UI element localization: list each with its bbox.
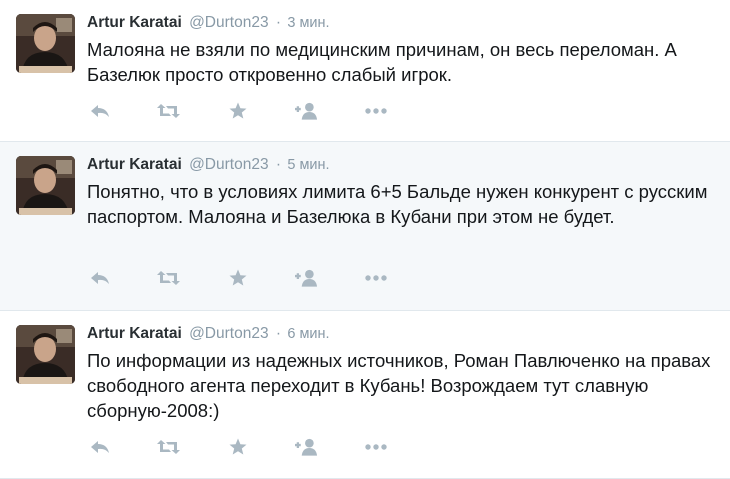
reply-icon: [90, 441, 109, 453]
retweet-button[interactable]: [157, 268, 180, 288]
more-button[interactable]: [364, 437, 387, 457]
tweet-header: Artur Karatai @Durton23 · 5 мин.: [87, 154, 718, 176]
retweet-icon: [157, 440, 180, 454]
favorite-icon: [229, 269, 246, 286]
favorite-icon: [229, 102, 246, 119]
follow-icon: [295, 269, 318, 287]
avatar[interactable]: [16, 325, 75, 384]
separator: ·: [275, 156, 282, 173]
reply-icon: [90, 272, 109, 284]
tweet-text: Малояна не взяли по медицинским причинам…: [87, 39, 677, 85]
tweet[interactable]: Artur Karatai @Durton23 · 5 мин. Понятно…: [0, 142, 730, 311]
tweet[interactable]: Artur Karatai @Durton23 · 6 мин. По инфо…: [0, 311, 730, 479]
reply-button[interactable]: [88, 101, 111, 121]
tweet-header: Artur Karatai @Durton23 · 3 мин.: [87, 12, 718, 34]
avatar[interactable]: [16, 14, 75, 73]
tweet-text: Понятно, что в условиях лимита 6+5 Бальд…: [87, 181, 708, 227]
favorite-icon: [229, 438, 246, 455]
retweet-icon: [157, 104, 180, 118]
follow-icon: [295, 438, 318, 456]
tweet-content: Artur Karatai @Durton23 · 6 мин. По инфо…: [87, 323, 718, 423]
more-icon: [364, 108, 387, 114]
author-username[interactable]: @Durton23: [189, 14, 269, 31]
avatar[interactable]: [16, 156, 75, 215]
favorite-button[interactable]: [226, 268, 249, 288]
tweet[interactable]: Artur Karatai @Durton23 · 3 мин. Малояна…: [0, 0, 730, 142]
favorite-button[interactable]: [226, 437, 249, 457]
separator: ·: [275, 325, 282, 342]
separator: ·: [275, 14, 282, 31]
retweet-button[interactable]: [157, 437, 180, 457]
tweet-content: Artur Karatai @Durton23 · 3 мин. Малояна…: [87, 12, 718, 87]
tweet-actions: [88, 437, 433, 457]
retweet-icon: [157, 271, 180, 285]
more-icon: [364, 275, 387, 281]
reply-icon: [90, 105, 109, 117]
tweet-timestamp[interactable]: 6 мин.: [287, 326, 329, 342]
reply-button[interactable]: [88, 437, 111, 457]
author-fullname[interactable]: Artur Karatai: [87, 325, 182, 342]
tweet-actions: [88, 101, 433, 121]
tweet-timestamp[interactable]: 3 мин.: [287, 15, 329, 31]
follow-button[interactable]: [295, 437, 318, 457]
author-fullname[interactable]: Artur Karatai: [87, 156, 182, 173]
follow-icon: [295, 102, 318, 120]
more-button[interactable]: [364, 101, 387, 121]
tweet-content: Artur Karatai @Durton23 · 5 мин. Понятно…: [87, 154, 718, 229]
more-button[interactable]: [364, 268, 387, 288]
more-icon: [364, 444, 387, 450]
follow-button[interactable]: [295, 101, 318, 121]
author-username[interactable]: @Durton23: [189, 325, 269, 342]
favorite-button[interactable]: [226, 101, 249, 121]
author-username[interactable]: @Durton23: [189, 156, 269, 173]
tweet-text: По информации из надежных источников, Ро…: [87, 350, 711, 421]
tweet-timeline: Artur Karatai @Durton23 · 3 мин. Малояна…: [0, 0, 730, 479]
reply-button[interactable]: [88, 268, 111, 288]
tweet-actions: [88, 268, 433, 288]
follow-button[interactable]: [295, 268, 318, 288]
tweet-timestamp[interactable]: 5 мин.: [287, 157, 329, 173]
tweet-header: Artur Karatai @Durton23 · 6 мин.: [87, 323, 718, 345]
author-fullname[interactable]: Artur Karatai: [87, 14, 182, 31]
retweet-button[interactable]: [157, 101, 180, 121]
